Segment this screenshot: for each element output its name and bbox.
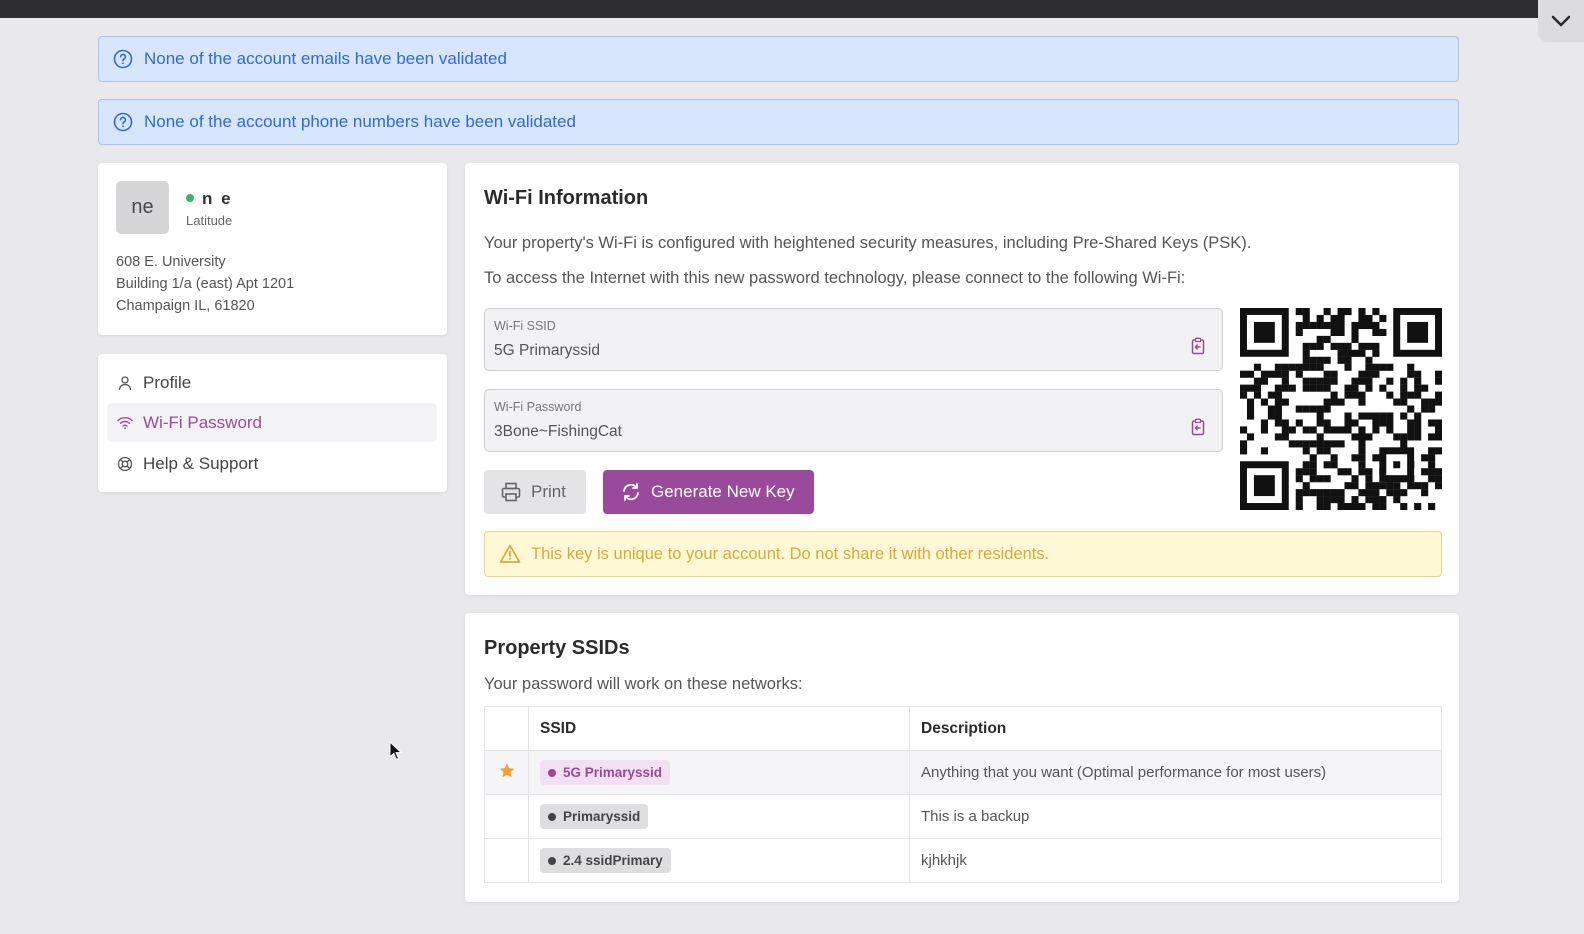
ssid-field-label: Wi-Fi SSID	[494, 319, 556, 333]
sidebar-item-wifi-password[interactable]: Wi-Fi Password	[107, 403, 437, 442]
wifi-info-title: Wi-Fi Information	[484, 187, 649, 209]
phone-validation-alert: None of the account phone numbers have b…	[98, 99, 1459, 145]
wifi-info-card: Wi-Fi Information Your property's Wi-Fi …	[465, 163, 1459, 595]
ssid-badge: 2.4 ssidPrimary	[540, 848, 671, 873]
wifi-intro-text: Your property's Wi-Fi is configured with…	[484, 234, 1252, 252]
printer-icon	[500, 481, 522, 503]
description-cell: This is a backup	[909, 794, 1442, 839]
email-validation-alert: None of the account emails have been val…	[98, 36, 1459, 82]
person-icon	[117, 375, 133, 391]
collapse-toggle[interactable]	[1538, 0, 1584, 42]
table-header-ssid: SSID	[528, 706, 910, 751]
favorite-cell	[484, 750, 529, 795]
ssid-badge-dot	[548, 768, 556, 777]
password-field[interactable]: Wi-Fi Password 3Bone~FishingCat	[484, 389, 1223, 452]
ssid-table: SSID Description 5G Primaryssid Anything…	[484, 706, 1442, 883]
ssid-cell: Primaryssid	[528, 794, 910, 839]
key-warning-alert: This key is unique to your account. Do n…	[484, 531, 1442, 577]
star-icon	[499, 763, 514, 777]
property-ssids-subtitle: Your password will work on these network…	[484, 675, 803, 693]
alert-text: None of the account phone numbers have b…	[144, 112, 576, 131]
sidebar-item-label: Profile	[143, 372, 192, 392]
ssid-badge-label: 2.4 ssidPrimary	[563, 853, 663, 868]
warning-triangle-icon	[499, 543, 521, 565]
ssid-badge-label: Primaryssid	[563, 809, 641, 824]
sidebar-item-label: Help & Support	[143, 453, 259, 473]
user-name: n e	[202, 189, 233, 208]
table-header-blank	[484, 706, 529, 751]
help-circle-icon	[113, 112, 133, 132]
avatar-initials: ne	[131, 196, 154, 218]
wifi-instructions-text: To access the Internet with this new pas…	[484, 269, 1186, 287]
user-card: ne n e Latitude 608 E. University Buildi…	[98, 163, 447, 335]
table-row[interactable]: 2.4 ssidPrimary kjhkhjk	[484, 838, 1442, 883]
online-status-dot	[186, 194, 194, 202]
password-field-value[interactable]: 3Bone~FishingCat	[494, 423, 622, 441]
wifi-icon	[117, 415, 133, 431]
favorite-cell	[484, 794, 529, 839]
property-ssids-title: Property SSIDs	[484, 637, 630, 659]
print-button[interactable]: Print	[484, 470, 586, 514]
refresh-icon	[620, 481, 642, 503]
sidebar-nav: Profile Wi-Fi Password Help & Support	[98, 354, 447, 492]
address-line-3: Champaign IL, 61820	[116, 298, 255, 314]
copy-icon[interactable]	[1189, 418, 1207, 436]
address-line-1: 608 E. University	[116, 254, 226, 270]
description-cell: Anything that you want (Optimal performa…	[909, 750, 1442, 795]
lifebuoy-icon	[117, 456, 133, 472]
address-line-2: Building 1/a (east) Apt 1201	[116, 276, 295, 292]
top-bar	[0, 0, 1584, 18]
alert-text: None of the account emails have been val…	[144, 49, 507, 68]
table-row[interactable]: 5G Primaryssid Anything that you want (O…	[484, 750, 1442, 795]
ssid-badge-dot	[548, 856, 556, 865]
generate-button-label: Generate New Key	[651, 482, 795, 501]
property-ssids-card: Property SSIDs Your password will work o…	[465, 613, 1459, 902]
sidebar-item-help-support[interactable]: Help & Support	[107, 444, 437, 483]
warning-text: This key is unique to your account. Do n…	[531, 544, 1050, 563]
user-subtitle: Latitude	[186, 213, 233, 228]
sidebar-item-profile[interactable]: Profile	[107, 363, 437, 402]
favorite-cell	[484, 838, 529, 883]
help-circle-icon	[113, 49, 133, 69]
avatar: ne	[116, 181, 169, 234]
generate-new-key-button[interactable]: Generate New Key	[603, 470, 814, 514]
description-cell: kjhkhjk	[909, 838, 1442, 883]
password-field-label: Wi-Fi Password	[494, 400, 582, 414]
wifi-qr-code	[1240, 308, 1442, 510]
copy-icon[interactable]	[1189, 337, 1207, 355]
mouse-cursor-icon	[389, 741, 403, 761]
ssid-field-value[interactable]: 5G Primaryssid	[494, 342, 600, 360]
chevron-down-icon	[1551, 15, 1571, 27]
ssid-cell: 2.4 ssidPrimary	[528, 838, 910, 883]
table-header-row: SSID Description	[484, 706, 1442, 751]
ssid-cell: 5G Primaryssid	[528, 750, 910, 795]
ssid-badge: Primaryssid	[540, 804, 649, 829]
table-row[interactable]: Primaryssid This is a backup	[484, 794, 1442, 839]
sidebar-item-label: Wi-Fi Password	[143, 412, 263, 432]
ssid-badge: 5G Primaryssid	[540, 760, 671, 785]
ssid-badge-dot	[548, 812, 556, 821]
table-header-description: Description	[909, 706, 1442, 751]
ssid-badge-label: 5G Primaryssid	[563, 765, 663, 780]
print-button-label: Print	[531, 482, 566, 501]
ssid-field[interactable]: Wi-Fi SSID 5G Primaryssid	[484, 308, 1223, 371]
